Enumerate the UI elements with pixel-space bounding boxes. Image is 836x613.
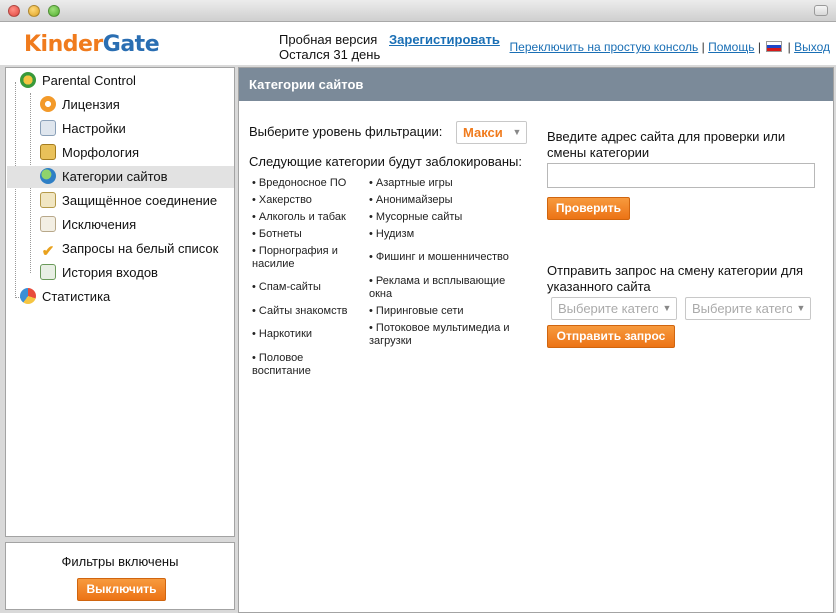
main-panel: Категории сайтов Выберите уровень фильтр… (238, 67, 834, 613)
category-item: • Половое воспитание (252, 352, 311, 377)
url-check-label: Введите адрес сайта для проверки или сме… (547, 129, 786, 160)
site-categories-icon (40, 168, 56, 184)
category-item: • Ботнеты (252, 228, 302, 240)
tree-root-parental-control[interactable]: Parental Control (20, 70, 136, 92)
navigation-tree: Parental Control Лицензия Настройки Морф… (5, 67, 235, 537)
parental-control-icon (20, 72, 36, 88)
exceptions-icon (40, 216, 56, 232)
category-item: • Сайты знакомств (252, 305, 348, 317)
category-select-1[interactable]: Выберите категорию ▼ (551, 297, 677, 320)
switch-console-link[interactable]: Переключить на простую консоль (510, 40, 699, 54)
category-item: • Порнография и насилие (252, 245, 338, 270)
send-request-button[interactable]: Отправить запрос (547, 325, 675, 348)
register-link[interactable]: Зарегистировать (389, 32, 500, 47)
window-titlebar (0, 0, 836, 22)
tree-line (15, 82, 16, 298)
separator: | (787, 40, 791, 54)
sidebar-item-whitelist-requests[interactable]: ✔ Запросы на белый список (40, 238, 219, 260)
turn-off-button[interactable]: Выключить (77, 578, 166, 601)
sidebar-item-exceptions[interactable]: Исключения (40, 214, 136, 236)
category-item: • Потоковое мультимедиа и загрузки (369, 322, 510, 347)
chevron-down-icon: ▼ (658, 298, 676, 319)
license-icon (40, 96, 56, 112)
category-item: • Фишинг и мошенничество (369, 251, 509, 263)
category-item: • Спам-сайты (252, 281, 321, 293)
days-left-text: Остался 31 день (279, 47, 381, 62)
secure-connection-icon (40, 192, 56, 208)
category-item: • Хакерство (252, 194, 312, 206)
filters-enabled-text: Фильтры включены (61, 554, 179, 569)
login-history-icon (40, 264, 56, 280)
filter-level-select[interactable]: Макси ▼ (456, 121, 527, 144)
chevron-down-icon: ▼ (508, 122, 526, 143)
category-item: • Наркотики (252, 328, 313, 340)
separator: | (757, 40, 761, 54)
app-header: KinderGate Пробная версия Остался 31 ден… (0, 22, 836, 65)
check-button[interactable]: Проверить (547, 197, 630, 220)
settings-icon (40, 120, 56, 136)
category-item: • Реклама и всплывающие окна (369, 275, 506, 300)
category-item: • Азартные игры (369, 177, 453, 189)
logout-link[interactable]: Выход (794, 40, 830, 54)
category-item: • Алкоголь и табак (252, 211, 346, 223)
kindergate-logo: KinderGate (24, 32, 160, 57)
statistics-icon (20, 288, 36, 304)
filter-level-label: Выберите уровень фильтрации: (249, 124, 443, 139)
russian-flag-icon[interactable] (766, 41, 783, 52)
minimize-window-button[interactable] (28, 5, 40, 17)
page-title: Категории сайтов (239, 68, 833, 101)
sidebar-item-secure-connection[interactable]: Защищённое соединение (40, 190, 217, 212)
sidebar-item-settings[interactable]: Настройки (40, 118, 126, 140)
sidebar-item-statistics[interactable]: Статистика (20, 286, 110, 308)
separator: | (701, 40, 705, 54)
top-links: Переключить на простую консоль | Помощь … (510, 40, 830, 54)
sidebar-item-morphology[interactable]: Морфология (40, 142, 139, 164)
trial-version-text: Пробная версия (279, 32, 378, 47)
blocked-categories-label: Следующие категории будут заблокированы: (249, 154, 522, 169)
sidebar-item-site-categories[interactable]: Категории сайтов (7, 166, 234, 188)
category-item: • Нудизм (369, 228, 415, 240)
morphology-icon (40, 144, 56, 160)
category-change-label: Отправить запрос на смену категории для … (547, 263, 804, 294)
category-item: • Анонимайзеры (369, 194, 453, 206)
toolbar-toggle-button[interactable] (814, 5, 828, 16)
filter-status-panel: Фильтры включены Выключить (5, 542, 235, 610)
sidebar-item-login-history[interactable]: История входов (40, 262, 158, 284)
whitelist-requests-icon: ✔ (41, 243, 55, 260)
help-link[interactable]: Помощь (708, 40, 754, 54)
category-item: • Вредоносное ПО (252, 177, 347, 189)
category-select-2[interactable]: Выберите категорию ▼ (685, 297, 811, 320)
close-window-button[interactable] (8, 5, 20, 17)
url-input[interactable] (547, 163, 815, 188)
sidebar-item-license[interactable]: Лицензия (40, 94, 120, 116)
chevron-down-icon: ▼ (792, 298, 810, 319)
trial-info: Пробная версия Остался 31 день (279, 32, 380, 62)
category-item: • Пиринговые сети (369, 305, 464, 317)
zoom-window-button[interactable] (48, 5, 60, 17)
category-item: • Мусорные сайты (369, 211, 463, 223)
